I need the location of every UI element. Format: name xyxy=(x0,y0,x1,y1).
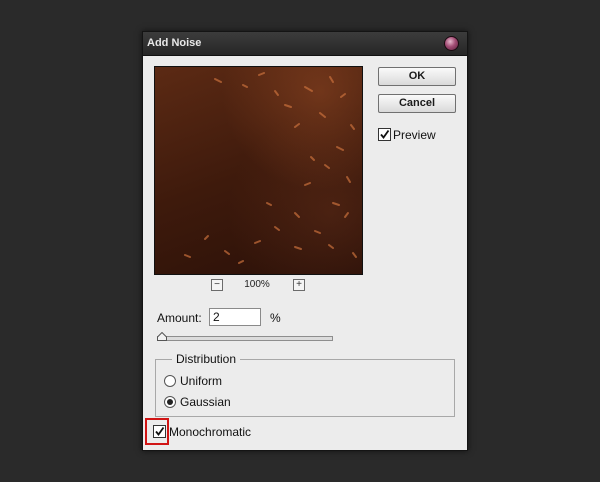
amount-label: Amount: xyxy=(157,311,202,325)
radio-button[interactable] xyxy=(164,396,176,408)
zoom-level-label: 100% xyxy=(244,279,270,290)
radio-gaussian[interactable]: Gaussian xyxy=(164,395,264,409)
amount-unit: % xyxy=(270,311,281,325)
ok-button[interactable]: OK xyxy=(378,67,456,86)
amount-slider-thumb[interactable] xyxy=(157,332,167,341)
noise-texture xyxy=(184,72,357,264)
zoom-out-button[interactable]: − xyxy=(211,279,223,291)
amount-input[interactable] xyxy=(209,308,261,326)
close-icon[interactable] xyxy=(444,36,459,51)
monochromatic-checkbox[interactable] xyxy=(153,425,166,438)
preview-label: Preview xyxy=(393,128,436,142)
dialog-titlebar[interactable]: Add Noise xyxy=(143,32,467,56)
dialog-title: Add Noise xyxy=(147,37,202,49)
checkmark-icon xyxy=(155,426,165,436)
cancel-button[interactable]: Cancel xyxy=(378,94,456,113)
preview-image[interactable] xyxy=(154,66,363,275)
radio-button[interactable] xyxy=(164,375,176,387)
radio-label-uniform: Uniform xyxy=(180,374,223,388)
radio-selected-dot xyxy=(167,399,173,405)
radio-label-gaussian: Gaussian xyxy=(180,395,231,409)
amount-row: Amount: % xyxy=(157,308,307,330)
preview-checkbox[interactable] xyxy=(378,128,391,141)
distribution-title: Distribution xyxy=(172,352,241,366)
radio-uniform[interactable]: Uniform xyxy=(164,374,264,388)
zoom-in-button[interactable]: + xyxy=(293,279,305,291)
monochromatic-label: Monochromatic xyxy=(169,425,252,439)
checkmark-icon xyxy=(380,129,390,139)
amount-slider[interactable] xyxy=(157,336,333,341)
monochromatic-option[interactable]: Monochromatic xyxy=(153,425,273,439)
distribution-group: Distribution Uniform Gaussian xyxy=(155,352,455,417)
preview-option[interactable]: Preview xyxy=(378,128,458,142)
add-noise-dialog: Add Noise − 100% + OK Cancel Preview Amo… xyxy=(142,31,468,451)
zoom-controls: − 100% + xyxy=(211,279,307,293)
